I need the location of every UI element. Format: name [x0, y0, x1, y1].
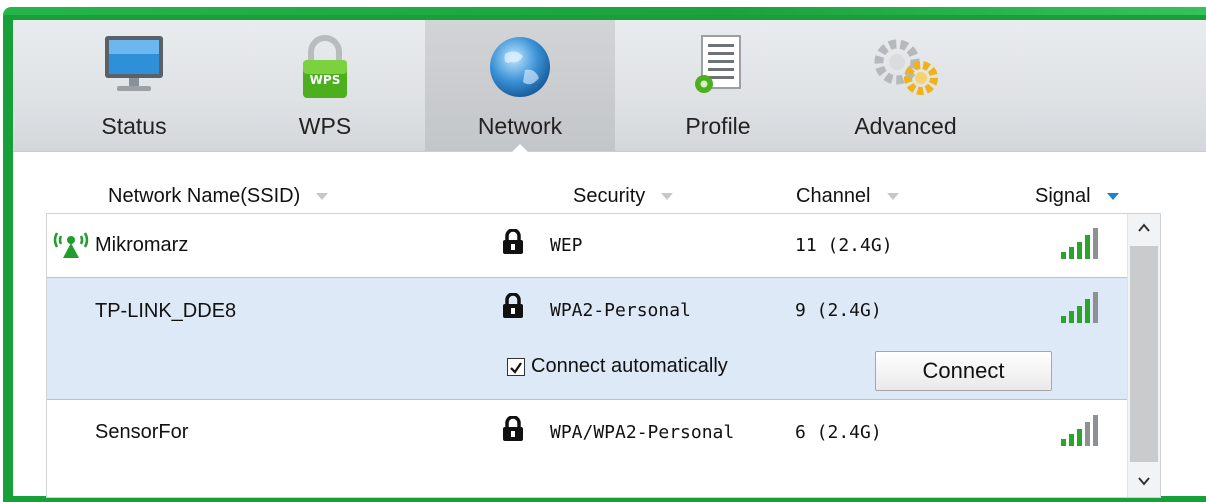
tab-label: WPS: [298, 113, 352, 139]
tab-label: Status: [101, 113, 167, 139]
auto-connect-checkbox[interactable]: [507, 358, 525, 376]
scrollbar[interactable]: [1127, 214, 1160, 497]
column-header-label: Channel: [796, 185, 871, 207]
active-tab-caret: [512, 144, 528, 152]
sort-arrow-active-icon: [1106, 193, 1119, 201]
tab-profile[interactable]: Profile: [663, 20, 773, 151]
lock-icon: [502, 228, 524, 261]
globe-icon: [485, 32, 555, 108]
sort-arrow-icon: [661, 193, 674, 201]
column-header-signal[interactable]: Signal: [1035, 185, 1119, 208]
scroll-down-button[interactable]: [1128, 467, 1160, 497]
connected-antenna-icon: [51, 229, 91, 265]
signal-strength-icon: [1057, 290, 1105, 330]
network-list[interactable]: Mikromarz WEP 11 (2.4G) TP-LINK_DDE8 WPA…: [46, 213, 1161, 498]
network-row[interactable]: SensorFor WPA/WPA2-Personal 6 (2.4G): [47, 400, 1147, 463]
network-security: WEP: [550, 235, 583, 256]
auto-connect-label[interactable]: Connect automatically: [531, 355, 728, 378]
network-ssid: Mikromarz: [95, 234, 189, 256]
network-security: WPA/WPA2-Personal: [550, 422, 735, 443]
tab-label: Advanced: [854, 113, 957, 139]
lock-icon: [502, 415, 524, 448]
network-ssid: SensorFor: [95, 421, 189, 443]
scroll-thumb[interactable]: [1130, 246, 1158, 462]
chevron-down-icon: [1138, 477, 1150, 486]
network-channel: 11 (2.4G): [795, 235, 893, 256]
tab-label: Network: [477, 113, 563, 139]
wps-lock-icon: WPS: [295, 32, 355, 110]
chevron-up-icon: [1138, 223, 1150, 232]
network-row[interactable]: Mikromarz WEP 11 (2.4G): [47, 214, 1147, 277]
gears-icon: [867, 32, 945, 108]
lock-icon: [502, 292, 524, 325]
tab-network[interactable]: Network: [425, 20, 615, 152]
network-channel: 9 (2.4G): [795, 300, 882, 321]
tab-wps[interactable]: WPS WPS: [275, 20, 375, 151]
svg-text:WPS: WPS: [310, 73, 341, 87]
tab-label: Profile: [685, 113, 751, 139]
scroll-up-button[interactable]: [1128, 214, 1160, 244]
network-row-selected[interactable]: TP-LINK_DDE8 WPA2-Personal 9 (2.4G) Conn…: [47, 277, 1147, 400]
network-ssid: TP-LINK_DDE8: [95, 300, 237, 322]
column-header-channel[interactable]: Channel: [796, 185, 899, 208]
monitor-icon: [99, 32, 169, 108]
profile-document-icon: [688, 32, 748, 108]
signal-strength-icon: [1057, 413, 1105, 453]
toolbar: Status WPS WPS Network Profile Advanced: [13, 20, 1206, 152]
main-panel: Status WPS WPS Network Profile Advanced …: [13, 20, 1206, 498]
signal-strength-icon: [1057, 226, 1105, 266]
column-header-label: Signal: [1035, 185, 1091, 207]
checkmark-icon: [510, 362, 522, 374]
column-header-security[interactable]: Security: [573, 185, 674, 208]
frame-highlight: [3, 7, 1206, 15]
column-header-label: Security: [573, 185, 646, 207]
connect-button[interactable]: Connect: [875, 351, 1052, 391]
sort-arrow-icon: [316, 193, 329, 201]
tab-advanced[interactable]: Advanced: [843, 20, 968, 151]
network-channel: 6 (2.4G): [795, 422, 882, 443]
column-header-label: Network Name(SSID): [108, 185, 301, 207]
window-frame: Status WPS WPS Network Profile Advanced …: [3, 7, 1206, 502]
tab-status[interactable]: Status: [75, 20, 193, 151]
sort-arrow-icon: [886, 193, 899, 201]
column-header-ssid[interactable]: Network Name(SSID): [108, 185, 329, 208]
network-security: WPA2-Personal: [550, 300, 691, 321]
